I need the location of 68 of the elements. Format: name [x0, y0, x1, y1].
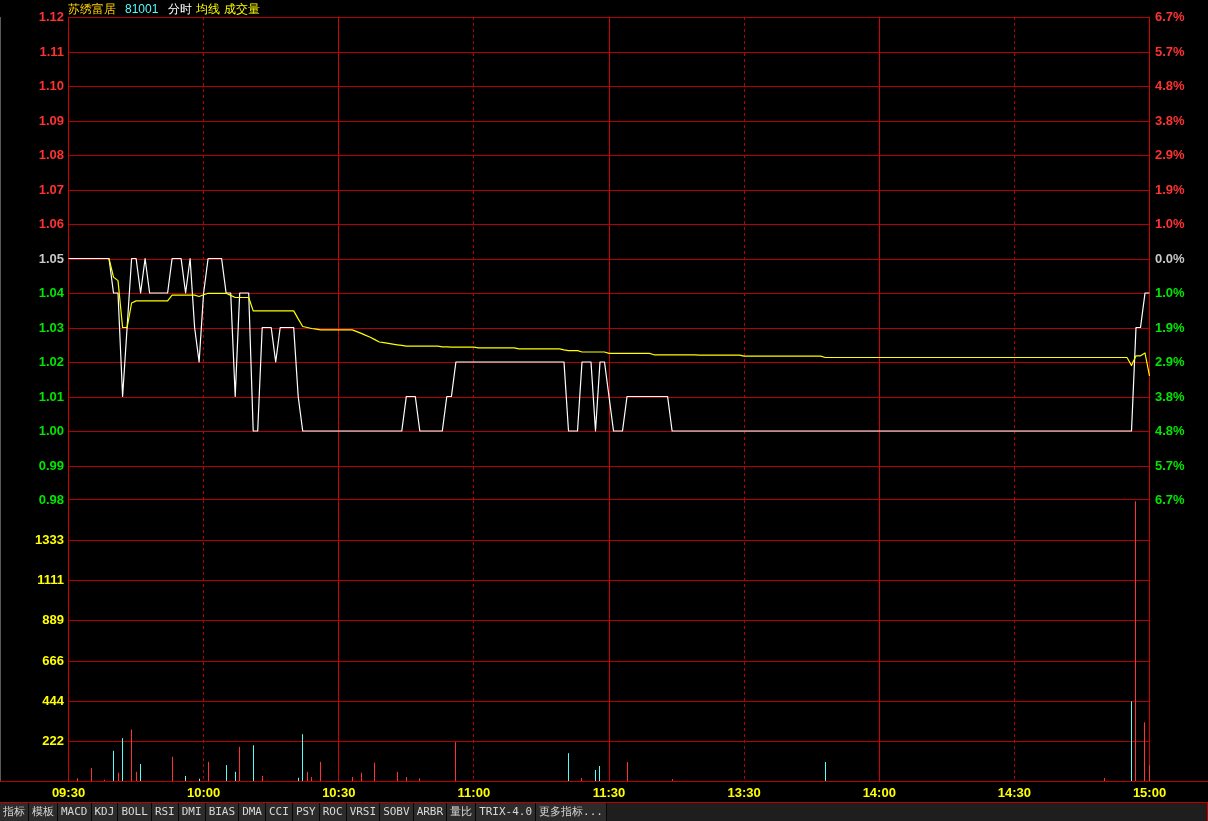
price-axis-label: 1.10 [38, 79, 64, 93]
volume-axis-label: 666 [42, 653, 64, 668]
percent-axis-label: 1.9% [1155, 320, 1185, 335]
indicator-tab[interactable]: 更多指标... [536, 803, 607, 821]
indicator-tab[interactable]: BOLL [118, 803, 152, 821]
indicator-tab[interactable]: CCI [266, 803, 293, 821]
indicator-tab[interactable]: SOBV [380, 803, 414, 821]
percent-axis-label: 3.8% [1155, 389, 1185, 404]
indicator-tab[interactable]: 模板 [29, 803, 58, 821]
indicator-tab[interactable]: 量比 [447, 803, 477, 821]
indicator-tab[interactable]: ROC [319, 803, 347, 821]
stock-name: 苏绣富居 [68, 1, 116, 16]
percent-axis-label: 2.9% [1155, 148, 1185, 162]
percent-axis-label: 2.9% [1155, 355, 1185, 369]
time-axis-label: 11:00 [457, 785, 491, 800]
percent-axis-label: 1.0% [1155, 217, 1185, 231]
price-axis-label: 1.07 [38, 182, 64, 197]
indicator-tab[interactable]: KDJ [91, 803, 119, 821]
time-axis-label: 11:30 [592, 785, 626, 800]
price-axis-label: 1.12 [38, 10, 64, 24]
legend-label: 均线 [196, 1, 221, 16]
volume-axis-label: 1333 [35, 533, 64, 548]
time-axis-label: 09:30 [51, 785, 86, 800]
percent-axis-label: 6.7% [1155, 493, 1185, 507]
indicator-tab[interactable]: VRSI [346, 803, 381, 821]
volume-axis-label: 889 [42, 613, 64, 628]
indicator-tab[interactable]: 指标 [0, 803, 29, 821]
percent-axis-label: 1.0% [1155, 286, 1185, 300]
time-axis-label: 13:30 [727, 785, 761, 800]
price-axis-label: 1.11 [39, 44, 64, 59]
volume-axis-label: 444 [42, 693, 64, 708]
time-axis-label: 10:00 [187, 785, 221, 800]
indicator-tab[interactable]: TRIX-4.0 [476, 803, 537, 821]
price-axis-label: 1.01 [38, 389, 64, 404]
legend-label: 成交量 [224, 1, 261, 16]
percent-axis-label: 0.0% [1155, 251, 1185, 266]
price-axis-label: 1.00 [38, 424, 64, 438]
percent-axis-label: 4.8% [1155, 79, 1185, 93]
stock-code: 81001 [125, 1, 159, 16]
price-axis-label: 1.09 [38, 113, 64, 128]
percent-axis-label: 4.8% [1155, 424, 1185, 438]
percent-axis-label: 3.8% [1155, 113, 1185, 128]
percent-axis-label: 6.7% [1155, 10, 1185, 24]
legend-label: 分时 [168, 1, 193, 16]
price-axis-label: 1.03 [38, 320, 64, 335]
volume-axis-label: 1111 [37, 573, 64, 588]
indicator-tab[interactable]: BIAS [205, 803, 240, 821]
indicator-tab[interactable]: ARBR [413, 803, 448, 821]
price-axis-label: 0.99 [38, 458, 64, 473]
price-axis-label: 1.02 [38, 355, 64, 369]
price-axis-label: 1.05 [38, 251, 64, 266]
price-axis-label: 1.08 [38, 148, 64, 162]
time-axis-label: 14:00 [862, 785, 896, 800]
time-axis-label: 15:00 [1132, 785, 1167, 800]
indicator-tab[interactable]: DMA [239, 803, 266, 821]
percent-axis-label: 1.9% [1155, 182, 1185, 197]
price-axis-label: 0.98 [38, 493, 64, 507]
time-axis-label: 10:30 [322, 785, 356, 800]
percent-axis-label: 5.7% [1155, 44, 1185, 59]
price-axis-label: 1.04 [38, 286, 64, 300]
indicator-tab[interactable]: MACD [58, 803, 92, 821]
price-axis-label: 1.06 [38, 217, 64, 231]
time-axis-label: 14:30 [997, 785, 1031, 800]
indicator-tab[interactable]: PSY [292, 803, 320, 821]
volume-axis-label: 222 [42, 733, 64, 748]
indicator-tab[interactable]: DMI [178, 803, 206, 821]
percent-axis-label: 5.7% [1155, 458, 1185, 473]
indicator-tab[interactable]: RSI [151, 803, 179, 821]
